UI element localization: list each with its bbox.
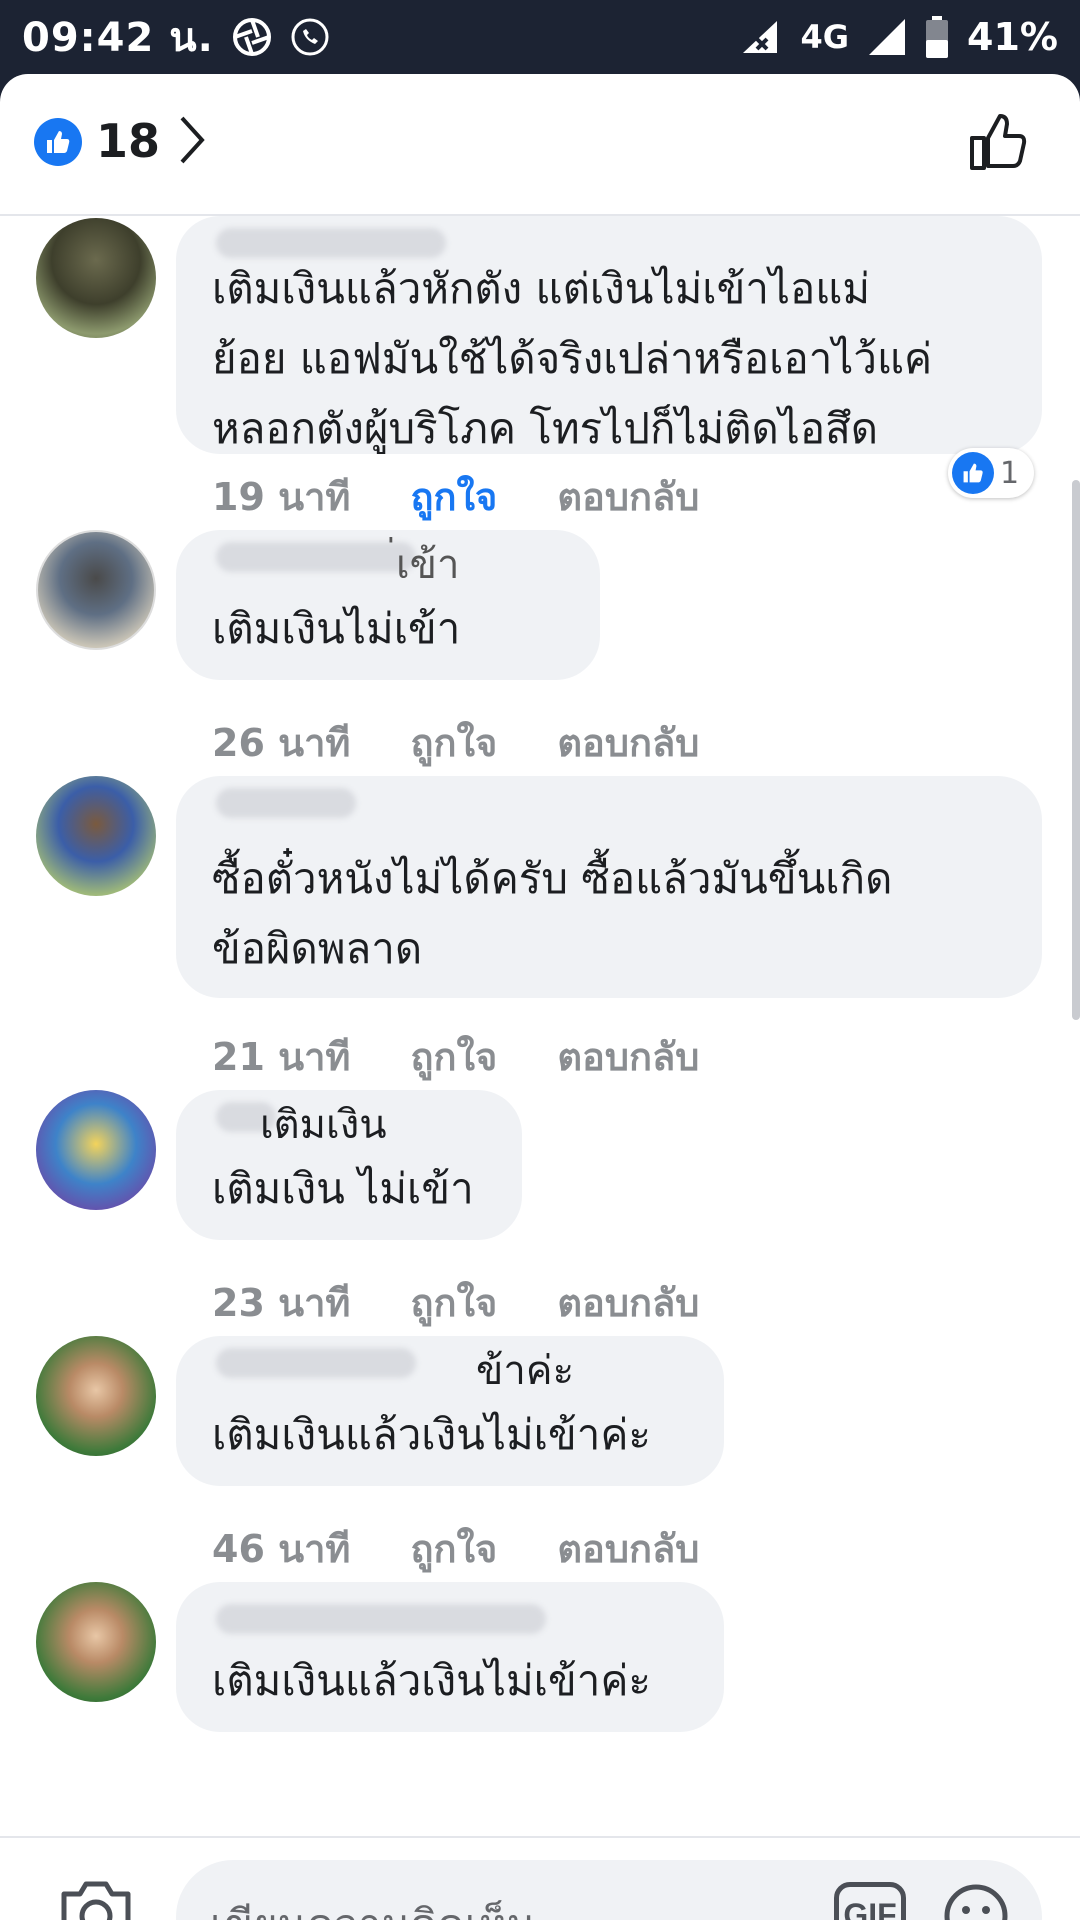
like-post-button[interactable] <box>966 110 1030 178</box>
reply-button[interactable]: ตอบกลับ <box>557 1518 699 1579</box>
comment-time: 26 นาที <box>212 721 351 765</box>
comment-text: เติมเงิน ไม่เข้า <box>212 1164 474 1213</box>
comment-actions: 26 นาที ถูกใจ ตอบกลับ <box>212 712 699 773</box>
reply-button[interactable]: ตอบกลับ <box>557 1026 699 1087</box>
like-button[interactable]: ถูกใจ <box>410 1026 497 1087</box>
signal-no-sim-icon <box>739 17 783 57</box>
author-name-redacted <box>216 1348 416 1378</box>
comment-text: เติมเงินแล้วเงินไม่เข้าค่ะ <box>212 1656 651 1705</box>
like-button[interactable]: ถูกใจ <box>410 712 497 773</box>
phone-call-icon <box>290 17 330 57</box>
reactions-header[interactable]: 18 <box>0 74 1080 216</box>
author-name-redacted <box>216 788 356 818</box>
quoted-text: เติมเงิน <box>260 1102 387 1148</box>
like-reaction-icon <box>34 118 82 166</box>
quoted-text: ่เข้า <box>396 542 460 588</box>
comment-actions: 46 นาที ถูกใจ ตอบกลับ <box>212 1518 699 1579</box>
aperture-icon <box>232 17 272 57</box>
comment-reaction-pill[interactable]: 1 <box>948 448 1034 498</box>
comment-input-placeholder: เขียนความคิดเห็น... <box>210 1892 576 1920</box>
comment-actions: 21 นาที ถูกใจ ตอบกลับ <box>212 1026 699 1087</box>
comment-time: 21 นาที <box>212 1035 351 1079</box>
comment-text: เติมเงินแล้วเงินไม่เข้าค่ะ <box>212 1410 651 1459</box>
comment-reaction-count: 1 <box>1000 455 1020 491</box>
status-time: 09:42 น. <box>22 15 214 61</box>
comment-text: เติมเงินแล้วหักตัง แต่เงินไม่เข้าไอแม่ ย… <box>212 264 933 453</box>
comment-composer: เขียนความคิดเห็น... GIF <box>0 1836 1080 1920</box>
avatar[interactable] <box>36 776 156 896</box>
comment-bubble[interactable]: ข้าค่ะ เติมเงินแล้วเงินไม่เข้าค่ะ <box>176 1336 724 1486</box>
comment-time: 23 นาที <box>212 1281 351 1325</box>
comment-bubble[interactable]: เติมเงิน เติมเงิน ไม่เข้า <box>176 1090 522 1240</box>
comment-time: 46 นาที <box>212 1527 351 1571</box>
reply-button[interactable]: ตอบกลับ <box>557 1272 699 1333</box>
like-button[interactable]: ถูกใจ <box>410 466 497 527</box>
avatar[interactable] <box>36 218 156 338</box>
reply-button[interactable]: ตอบกลับ <box>557 466 699 527</box>
avatar[interactable] <box>36 1336 156 1456</box>
author-name-redacted <box>216 542 416 572</box>
battery-icon <box>925 16 949 58</box>
comment-time: 19 นาที <box>212 475 351 519</box>
comment-input[interactable]: เขียนความคิดเห็น... GIF <box>176 1860 1042 1920</box>
comments-sheet: 18 เติมเงินแล้วหักตัง แต่เงินไม่เข้าไอแม… <box>0 74 1080 1920</box>
avatar[interactable] <box>36 1582 156 1702</box>
avatar[interactable] <box>36 1090 156 1210</box>
emoji-button[interactable] <box>942 1882 1010 1920</box>
comment-bubble[interactable]: เติมเงินแล้วเงินไม่เข้าค่ะ <box>176 1582 724 1732</box>
comment-actions: 23 นาที ถูกใจ ตอบกลับ <box>212 1272 699 1333</box>
signal-icon <box>867 17 907 57</box>
gif-button[interactable]: GIF <box>834 1882 906 1920</box>
quoted-text: ข้าค่ะ <box>476 1348 575 1394</box>
avatar[interactable] <box>36 530 156 650</box>
scrollbar[interactable] <box>1072 480 1080 1020</box>
author-name-redacted <box>216 1604 546 1634</box>
comment-text: เติมเงินไม่เข้า <box>212 604 461 653</box>
reaction-count: 18 <box>96 114 161 168</box>
like-button[interactable]: ถูกใจ <box>410 1518 497 1579</box>
battery-percent: 41% <box>967 15 1058 59</box>
like-reaction-icon <box>952 452 994 494</box>
like-button[interactable]: ถูกใจ <box>410 1272 497 1333</box>
comment-text: ซื้อตั๋วหนังไม่ได้ครับ ซื้อแล้วมันขึ้นเก… <box>212 854 893 973</box>
comment-bubble[interactable]: ซื้อตั๋วหนังไม่ได้ครับ ซื้อแล้วมันขึ้นเก… <box>176 776 1042 998</box>
status-bar: 09:42 น. 4G 41% <box>0 0 1080 74</box>
camera-button[interactable] <box>58 1876 134 1920</box>
comment-actions: 19 นาที ถูกใจ ตอบกลับ <box>212 466 699 527</box>
comment-bubble[interactable]: ่เข้า เติมเงินไม่เข้า <box>176 530 600 680</box>
network-type: 4G <box>800 18 850 56</box>
comment-list: เติมเงินแล้วหักตัง แต่เงินไม่เข้าไอแม่ ย… <box>0 216 1080 1836</box>
comment-bubble[interactable]: เติมเงินแล้วหักตัง แต่เงินไม่เข้าไอแม่ ย… <box>176 216 1042 454</box>
reply-button[interactable]: ตอบกลับ <box>557 712 699 773</box>
chevron-right-icon[interactable] <box>176 114 206 170</box>
